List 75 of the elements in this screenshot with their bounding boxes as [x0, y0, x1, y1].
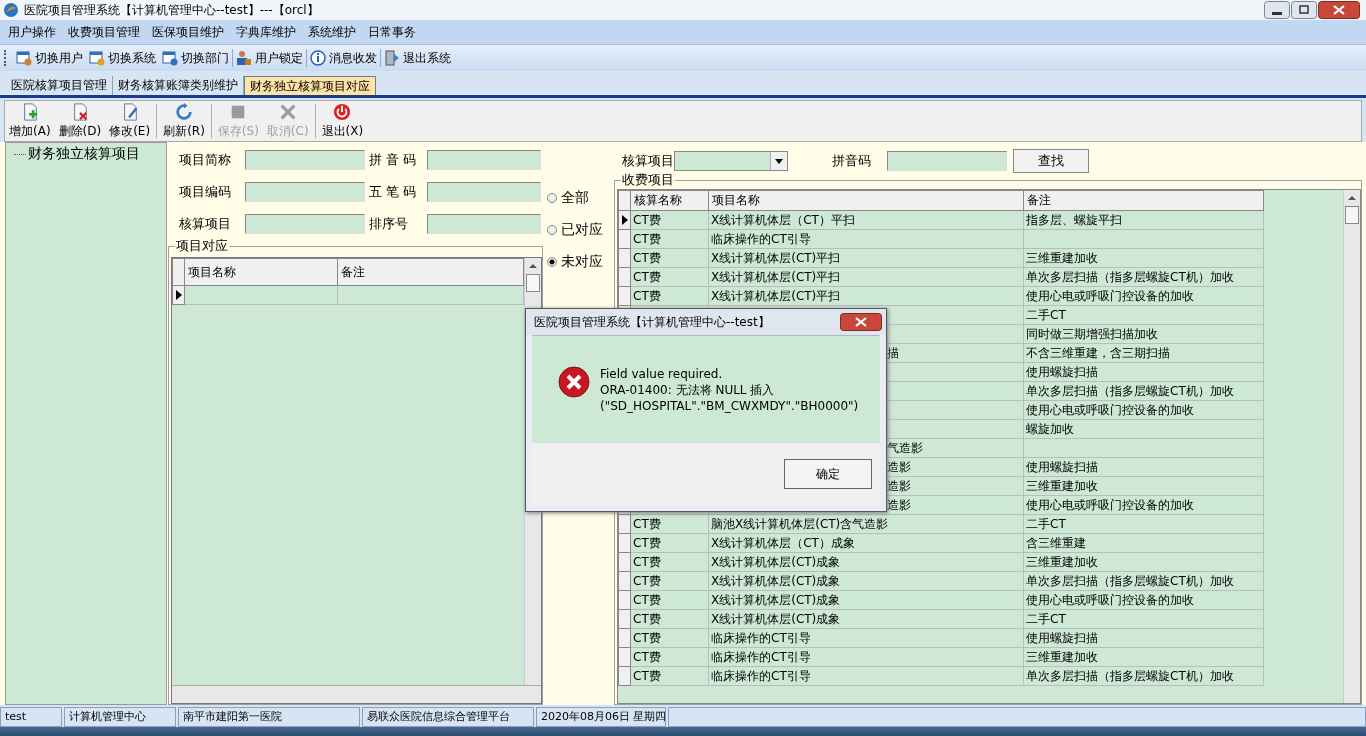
table-cell: CT费 — [633, 668, 661, 683]
table-cell: 使用心电或呼吸门控设备的加收 — [1026, 288, 1194, 303]
field-label: 拼音码 — [831, 152, 871, 170]
table-cell-text: 造影 — [886, 497, 911, 512]
table-cell: 脑池X线计算机体层(CT)含气造影 — [711, 516, 889, 531]
table-cell: X线计算机体层(CT)成象 — [711, 611, 841, 626]
table-cell: 单次多层扫描（指多层螺旋CT机）加收 — [1026, 573, 1234, 588]
table-cell: CT费 — [633, 250, 661, 265]
table-cell: CT费 — [633, 516, 661, 531]
error-message: ORA-01400: 无法将 NULL 插入 — [600, 382, 776, 398]
error-message: Field value required. — [600, 366, 724, 382]
table-cell: CT费 — [633, 269, 661, 284]
table-cell: 单次多层扫描（指多层螺旋CT机）加收 — [1026, 668, 1234, 683]
table-cell: CT费 — [633, 630, 661, 645]
table-cell: 二手CT — [1026, 516, 1066, 531]
table-cell: CT费 — [633, 611, 661, 626]
status-panel: 计算机管理中心 — [64, 707, 176, 727]
status-panel: 2020年08月06日 星期四 — [536, 707, 666, 727]
table-cell: CT费 — [633, 212, 661, 227]
field-label: 项目编码 — [178, 183, 232, 201]
table-cell: 临床操作的CT引导 — [711, 649, 811, 664]
table-cell: 三维重建加收 — [1026, 649, 1098, 664]
table-cell: CT费 — [633, 573, 661, 588]
table-cell: 二手CT — [1026, 307, 1066, 322]
field-label: 项目简称 — [178, 151, 232, 169]
table-cell: CT费 — [633, 288, 661, 303]
table-cell: 含三维重建 — [1026, 535, 1086, 550]
table-cell: CT费 — [633, 649, 661, 664]
table-cell: 三维重建加收 — [1026, 554, 1098, 569]
table-cell: CT费 — [633, 535, 661, 550]
dialog-title: 医院项目管理系统【计算机管理中心--test】 — [534, 313, 770, 331]
table-cell: 单次多层扫描（指多层螺旋CT机）加收 — [1026, 383, 1234, 398]
table-cell: X线计算机体层(CT)成象 — [711, 573, 841, 588]
table-cell: X线计算机体层(CT)平扫 — [711, 250, 841, 265]
table-cell: 临床操作的CT引导 — [711, 668, 811, 683]
table-cell: 使用螺旋扫描 — [1026, 364, 1098, 379]
table-cell: X线计算机体层(CT)平扫 — [711, 269, 841, 284]
table-cell: 临床操作的CT引导 — [711, 231, 811, 246]
table-cell: 三维重建加收 — [1026, 478, 1098, 493]
table-cell: X线计算机体层(CT)平扫 — [711, 288, 841, 303]
group-title: 收费项目 — [621, 172, 675, 188]
status-panel: 易联众医院信息综合管理平台 — [362, 707, 534, 727]
field-label: 核算项目 — [621, 152, 674, 170]
table-cell: 使用螺旋扫描 — [1026, 630, 1098, 645]
field-label: 核算项目 — [178, 215, 232, 233]
table-cell: CT费 — [633, 231, 661, 246]
table-cell: X线计算机体层(CT)成象 — [711, 554, 841, 569]
error-message: ("SD_HOSPITAL"."BM_CWXMDY"."BH0000") — [600, 398, 859, 414]
window-title: 医院项目管理系统【计算机管理中心--test】---【orcl】 — [24, 1, 319, 19]
table-cell: 指多层、螺旋平扫 — [1026, 212, 1122, 227]
table-cell: 使用心电或呼吸门控设备的加收 — [1026, 402, 1194, 417]
field-label: 排序号 — [368, 215, 409, 233]
table-cell: 单次多层扫描（指多层螺旋CT机）加收 — [1026, 269, 1234, 284]
table-cell-text: 描 — [886, 345, 899, 360]
table-cell: X线计算机体层(CT)成象 — [711, 592, 841, 607]
table-cell: 不含三维重建，含三期扫描 — [1026, 345, 1170, 360]
table-cell: 二手CT — [1026, 611, 1066, 626]
table-cell: X线计算机体层（CT）平扫 — [711, 212, 855, 227]
table-cell: 三维重建加收 — [1026, 250, 1098, 265]
table-cell: 使用心电或呼吸门控设备的加收 — [1026, 592, 1194, 607]
table-cell: 同时做三期增强扫描加收 — [1026, 326, 1158, 341]
table-cell: 使用螺旋扫描 — [1026, 459, 1098, 474]
status-panel: test — [0, 707, 62, 727]
table-cell: CT费 — [633, 554, 661, 569]
table-cell: 临床操作的CT引导 — [711, 630, 811, 645]
table-cell: CT费 — [633, 592, 661, 607]
group-title: 项目对应 — [175, 238, 229, 254]
table-cell-text: 气造影 — [886, 440, 923, 455]
field-label: 五 笔 码 — [368, 183, 418, 201]
table-cell: X线计算机体层（CT）成象 — [711, 535, 855, 550]
table-cell: 螺旋加收 — [1026, 421, 1074, 436]
table-cell: 使用心电或呼吸门控设备的加收 — [1026, 497, 1194, 512]
table-cell-text: 造影 — [886, 478, 911, 493]
status-panel: 南平市建阳第一医院 — [178, 707, 360, 727]
field-label: 拼 音 码 — [368, 151, 418, 169]
